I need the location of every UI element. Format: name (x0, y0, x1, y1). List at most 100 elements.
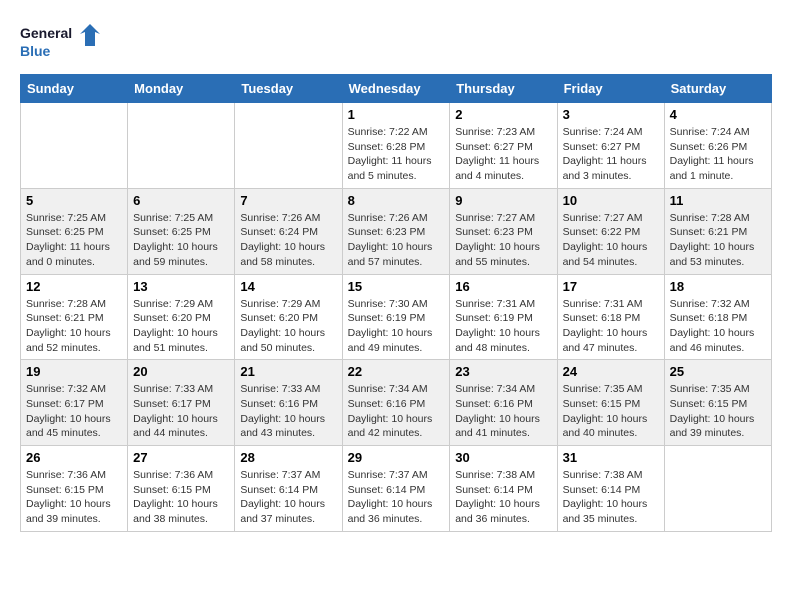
logo-element: Blue (20, 43, 51, 59)
day-number: 22 (348, 364, 445, 379)
day-number: 27 (133, 450, 229, 465)
calendar: SundayMondayTuesdayWednesdayThursdayFrid… (20, 74, 772, 532)
day-number: 15 (348, 279, 445, 294)
day-info: Sunrise: 7:26 AM Sunset: 6:24 PM Dayligh… (240, 211, 336, 270)
day-cell: 10 Sunrise: 7:27 AM Sunset: 6:22 PM Dayli… (557, 188, 664, 274)
day-info: Sunrise: 7:25 AM Sunset: 6:25 PM Dayligh… (26, 211, 122, 270)
day-cell: 12Sunrise: 7:28 AM Sunset: 6:21 PM Dayli… (21, 274, 128, 360)
day-cell: 15 Sunrise: 7:30 AM Sunset: 6:19 PM Dayli… (342, 274, 450, 360)
day-header-monday: Monday (128, 75, 235, 103)
day-cell: 30 Sunrise: 7:38 AM Sunset: 6:14 PM Dayli… (450, 446, 557, 532)
day-number: 14 (240, 279, 336, 294)
day-number: 26 (26, 450, 122, 465)
day-info: Sunrise: 7:31 AM Sunset: 6:18 PM Dayligh… (563, 297, 659, 356)
day-number: 10 (563, 193, 659, 208)
day-cell: 31 Sunrise: 7:38 AM Sunset: 6:14 PM Dayli… (557, 446, 664, 532)
day-cell: 18Sunrise: 7:32 AM Sunset: 6:18 PM Dayli… (664, 274, 771, 360)
day-info: Sunrise: 7:31 AM Sunset: 6:19 PM Dayligh… (455, 297, 551, 356)
day-cell: 28 Sunrise: 7:37 AM Sunset: 6:14 PM Dayli… (235, 446, 342, 532)
day-info: Sunrise: 7:34 AM Sunset: 6:16 PM Dayligh… (455, 382, 551, 441)
day-number: 8 (348, 193, 445, 208)
week-row-3: 12Sunrise: 7:28 AM Sunset: 6:21 PM Dayli… (21, 274, 772, 360)
day-cell (21, 103, 128, 189)
day-number: 1 (348, 107, 445, 122)
day-info: Sunrise: 7:37 AM Sunset: 6:14 PM Dayligh… (348, 468, 445, 527)
day-cell: 7Sunrise: 7:26 AM Sunset: 6:24 PM Daylig… (235, 188, 342, 274)
day-info: Sunrise: 7:27 AM Sunset: 6:23 PM Dayligh… (455, 211, 551, 270)
day-number: 30 (455, 450, 551, 465)
day-cell (235, 103, 342, 189)
day-info: Sunrise: 7:29 AM Sunset: 6:20 PM Dayligh… (133, 297, 229, 356)
day-info: Sunrise: 7:36 AM Sunset: 6:15 PM Dayligh… (26, 468, 122, 527)
day-info: Sunrise: 7:33 AM Sunset: 6:17 PM Dayligh… (133, 382, 229, 441)
day-number: 16 (455, 279, 551, 294)
day-number: 24 (563, 364, 659, 379)
day-cell: 11 Sunrise: 7:28 AM Sunset: 6:21 PM Dayli… (664, 188, 771, 274)
day-info: Sunrise: 7:22 AM Sunset: 6:28 PM Dayligh… (348, 125, 445, 184)
day-cell: 25 Sunrise: 7:35 AM Sunset: 6:15 PM Dayli… (664, 360, 771, 446)
day-number: 25 (670, 364, 766, 379)
day-number: 11 (670, 193, 766, 208)
day-info: Sunrise: 7:33 AM Sunset: 6:16 PM Dayligh… (240, 382, 336, 441)
day-number: 19 (26, 364, 122, 379)
day-number: 6 (133, 193, 229, 208)
day-number: 31 (563, 450, 659, 465)
day-number: 18 (670, 279, 766, 294)
day-info: Sunrise: 7:34 AM Sunset: 6:16 PM Dayligh… (348, 382, 445, 441)
day-info: Sunrise: 7:35 AM Sunset: 6:15 PM Dayligh… (670, 382, 766, 441)
day-number: 17 (563, 279, 659, 294)
day-number: 2 (455, 107, 551, 122)
day-cell (664, 446, 771, 532)
day-cell: 24Sunrise: 7:35 AM Sunset: 6:15 PM Dayli… (557, 360, 664, 446)
day-info: Sunrise: 7:28 AM Sunset: 6:21 PM Dayligh… (670, 211, 766, 270)
day-header-sunday: Sunday (21, 75, 128, 103)
day-cell: 5Sunrise: 7:25 AM Sunset: 6:25 PM Daylig… (21, 188, 128, 274)
day-cell: 3 Sunrise: 7:24 AM Sunset: 6:27 PM Daylig… (557, 103, 664, 189)
week-row-5: 26 Sunrise: 7:36 AM Sunset: 6:15 PM Dayli… (21, 446, 772, 532)
logo-element (80, 24, 100, 46)
week-row-4: 19Sunrise: 7:32 AM Sunset: 6:17 PM Dayli… (21, 360, 772, 446)
day-header-wednesday: Wednesday (342, 75, 450, 103)
day-info: Sunrise: 7:36 AM Sunset: 6:15 PM Dayligh… (133, 468, 229, 527)
day-info: Sunrise: 7:24 AM Sunset: 6:27 PM Dayligh… (563, 125, 659, 184)
day-info: Sunrise: 7:23 AM Sunset: 6:27 PM Dayligh… (455, 125, 551, 184)
logo: General Blue (20, 20, 100, 64)
day-header-thursday: Thursday (450, 75, 557, 103)
day-cell: 16 Sunrise: 7:31 AM Sunset: 6:19 PM Dayli… (450, 274, 557, 360)
day-header-friday: Friday (557, 75, 664, 103)
day-cell: 9Sunrise: 7:27 AM Sunset: 6:23 PM Daylig… (450, 188, 557, 274)
day-info: Sunrise: 7:30 AM Sunset: 6:19 PM Dayligh… (348, 297, 445, 356)
day-cell: 1 Sunrise: 7:22 AM Sunset: 6:28 PM Daylig… (342, 103, 450, 189)
day-cell: 19Sunrise: 7:32 AM Sunset: 6:17 PM Dayli… (21, 360, 128, 446)
logo-element: General Blue (20, 20, 100, 64)
day-number: 13 (133, 279, 229, 294)
day-cell: 26 Sunrise: 7:36 AM Sunset: 6:15 PM Dayli… (21, 446, 128, 532)
day-info: Sunrise: 7:25 AM Sunset: 6:25 PM Dayligh… (133, 211, 229, 270)
day-number: 29 (348, 450, 445, 465)
day-number: 3 (563, 107, 659, 122)
day-cell: 6 Sunrise: 7:25 AM Sunset: 6:25 PM Daylig… (128, 188, 235, 274)
day-cell: 22 Sunrise: 7:34 AM Sunset: 6:16 PM Dayli… (342, 360, 450, 446)
day-info: Sunrise: 7:27 AM Sunset: 6:22 PM Dayligh… (563, 211, 659, 270)
day-cell: 13 Sunrise: 7:29 AM Sunset: 6:20 PM Dayli… (128, 274, 235, 360)
day-info: Sunrise: 7:26 AM Sunset: 6:23 PM Dayligh… (348, 211, 445, 270)
day-info: Sunrise: 7:37 AM Sunset: 6:14 PM Dayligh… (240, 468, 336, 527)
day-cell: 2 Sunrise: 7:23 AM Sunset: 6:27 PM Daylig… (450, 103, 557, 189)
day-number: 28 (240, 450, 336, 465)
day-cell: 8 Sunrise: 7:26 AM Sunset: 6:23 PM Daylig… (342, 188, 450, 274)
day-info: Sunrise: 7:38 AM Sunset: 6:14 PM Dayligh… (563, 468, 659, 527)
day-header-tuesday: Tuesday (235, 75, 342, 103)
week-row-2: 5Sunrise: 7:25 AM Sunset: 6:25 PM Daylig… (21, 188, 772, 274)
day-header-saturday: Saturday (664, 75, 771, 103)
header: General Blue (20, 20, 772, 64)
day-info: Sunrise: 7:29 AM Sunset: 6:20 PM Dayligh… (240, 297, 336, 356)
day-cell: 17 Sunrise: 7:31 AM Sunset: 6:18 PM Dayli… (557, 274, 664, 360)
day-cell: 4Sunrise: 7:24 AM Sunset: 6:26 PM Daylig… (664, 103, 771, 189)
day-number: 23 (455, 364, 551, 379)
week-row-1: 1 Sunrise: 7:22 AM Sunset: 6:28 PM Daylig… (21, 103, 772, 189)
day-info: Sunrise: 7:38 AM Sunset: 6:14 PM Dayligh… (455, 468, 551, 527)
day-cell: 14 Sunrise: 7:29 AM Sunset: 6:20 PM Dayli… (235, 274, 342, 360)
day-cell: 23 Sunrise: 7:34 AM Sunset: 6:16 PM Dayli… (450, 360, 557, 446)
day-number: 21 (240, 364, 336, 379)
day-cell: 21 Sunrise: 7:33 AM Sunset: 6:16 PM Dayli… (235, 360, 342, 446)
